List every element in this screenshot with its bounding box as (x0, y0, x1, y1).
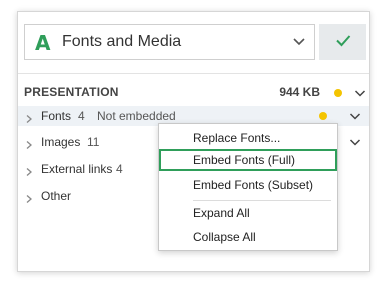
context-menu: Replace Fonts... Embed Fonts (Full) Embe… (158, 123, 338, 251)
panel-selector-dropdown[interactable]: A Fonts and Media (24, 24, 315, 60)
presentation-section-header: PRESENTATION 944 KB (24, 84, 366, 102)
row-count: 4 (116, 162, 123, 176)
menu-item-embed-fonts-subset[interactable]: Embed Fonts (Subset) (159, 174, 337, 196)
menu-item-expand-all[interactable]: Expand All (159, 202, 337, 224)
chevron-down-icon[interactable] (347, 108, 363, 129)
chevron-right-icon[interactable] (24, 111, 34, 129)
menu-item-replace-fonts[interactable]: Replace Fonts... (159, 127, 337, 149)
confirm-button[interactable] (319, 24, 366, 60)
chevron-right-icon[interactable] (24, 164, 34, 182)
row-status: Not embedded (97, 109, 176, 123)
section-title: PRESENTATION (24, 85, 119, 99)
chevron-down-icon[interactable] (352, 85, 368, 106)
panel-title: Fonts and Media (62, 33, 182, 50)
chevron-right-icon[interactable] (24, 191, 34, 209)
menu-separator (193, 200, 331, 201)
chevron-down-icon (290, 32, 308, 55)
row-label: Other (41, 189, 72, 203)
menu-item-collapse-all[interactable]: Collapse All (159, 226, 337, 248)
row-label: External links (41, 162, 113, 176)
row-label: Images (41, 135, 81, 149)
section-size: 944 KB (279, 85, 320, 99)
row-count: 4 (78, 109, 85, 123)
checkmark-icon (334, 31, 352, 54)
status-dot-icon (334, 89, 342, 97)
row-count: 11 (87, 135, 100, 149)
status-dot-icon (319, 112, 327, 120)
header-divider (18, 73, 369, 74)
row-label: Fonts (41, 109, 72, 123)
menu-item-embed-fonts-full[interactable]: Embed Fonts (Full) (159, 149, 337, 171)
chevron-right-icon[interactable] (24, 137, 34, 155)
font-a-icon: A (35, 31, 51, 55)
chevron-down-icon[interactable] (347, 134, 363, 155)
